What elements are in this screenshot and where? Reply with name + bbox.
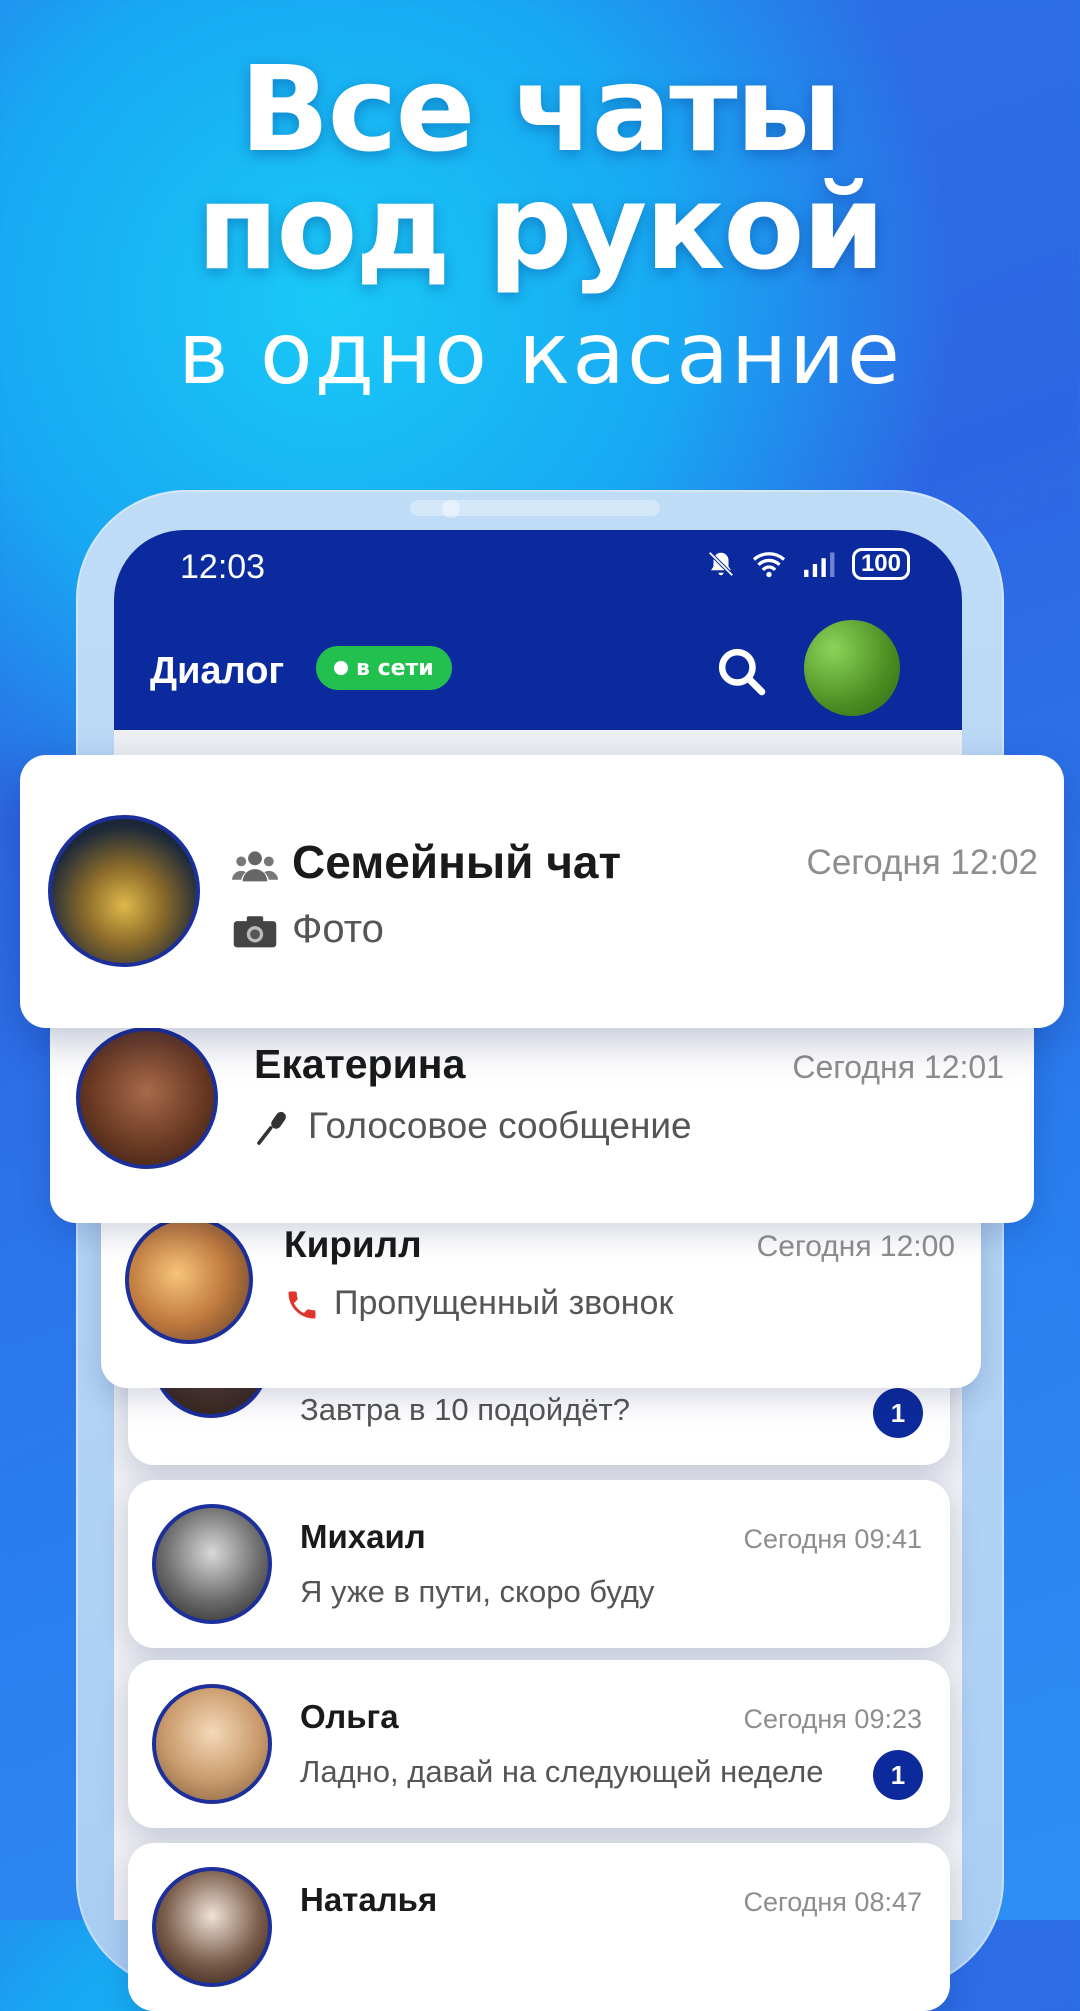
status-icons: 100 bbox=[706, 548, 910, 580]
chat-name: Михаил bbox=[300, 1518, 426, 1555]
chat-message-text: Пропущенный звонок bbox=[334, 1284, 674, 1322]
chat-time: Сегодня 12:02 bbox=[806, 843, 1038, 882]
promo-subtitle: в одно касание bbox=[178, 304, 902, 404]
search-icon[interactable] bbox=[714, 644, 770, 700]
app-bar: 12:03 100 Диалог в сети bbox=[114, 530, 962, 730]
chat-message: Голосовое сообщение bbox=[254, 1105, 692, 1148]
status-time: 12:03 bbox=[180, 548, 266, 586]
chat-message: Я уже в пути, скоро буду bbox=[300, 1574, 655, 1609]
signal-icon bbox=[804, 552, 835, 577]
promo-header: Все чаты под рукой в одно касание bbox=[0, 50, 1080, 404]
chat-time: Сегодня 09:23 bbox=[743, 1704, 922, 1734]
chat-message-text: Фото bbox=[292, 907, 384, 951]
promo-title-line-2: под рукой bbox=[196, 158, 885, 296]
chat-name: Семейный чат bbox=[232, 835, 621, 889]
chat-item-olga[interactable]: Ольга Сегодня 09:23 Ладно, давай на след… bbox=[128, 1660, 950, 1828]
chat-avatar bbox=[152, 1504, 272, 1624]
chat-item-mikhail[interactable]: Михаил Сегодня 09:41 Я уже в пути, скоро… bbox=[128, 1480, 950, 1648]
wifi-icon bbox=[752, 552, 786, 578]
battery-indicator: 100 bbox=[851, 548, 910, 580]
chat-avatar bbox=[125, 1216, 253, 1344]
app-title: Диалог bbox=[150, 650, 285, 692]
chat-time: Сегодня 09:41 bbox=[743, 1524, 922, 1554]
chat-message: Завтра в 10 подойдёт? bbox=[300, 1392, 630, 1427]
chat-time: Сегодня 08:47 bbox=[743, 1887, 922, 1917]
profile-avatar[interactable] bbox=[804, 620, 900, 716]
chat-name: Кирилл bbox=[284, 1224, 422, 1265]
chat-avatar bbox=[76, 1027, 218, 1169]
group-icon bbox=[232, 851, 278, 882]
chat-time: Сегодня 12:01 bbox=[792, 1049, 1004, 1085]
chat-name: Наталья bbox=[300, 1881, 438, 1918]
promo-title-line-1: Все чаты bbox=[239, 40, 843, 178]
online-status-badge: в сети bbox=[316, 646, 452, 690]
camera-icon bbox=[233, 916, 277, 948]
chat-message: Ладно, давай на следующей неделе bbox=[300, 1754, 824, 1789]
mute-bell-icon bbox=[708, 551, 734, 577]
chat-message-text: Голосовое сообщение bbox=[308, 1105, 692, 1146]
unread-badge: 1 bbox=[873, 1750, 923, 1800]
microphone-icon bbox=[257, 1112, 286, 1146]
chat-message: Пропущенный звонок bbox=[284, 1284, 673, 1323]
chat-name: Екатерина bbox=[254, 1041, 466, 1087]
phone-camera bbox=[442, 500, 460, 518]
online-dot-icon bbox=[334, 661, 348, 675]
chat-avatar bbox=[152, 1684, 272, 1804]
online-status-label: в сети bbox=[356, 655, 434, 681]
chat-avatar bbox=[152, 1867, 272, 1987]
chat-message: Фото bbox=[232, 907, 384, 952]
chat-item-family[interactable]: Семейный чат Сегодня 12:02 Фото bbox=[20, 755, 1064, 1028]
unread-badge: 1 bbox=[873, 1388, 923, 1438]
chat-avatar bbox=[48, 815, 200, 967]
chat-name-text: Семейный чат bbox=[292, 836, 622, 888]
phone-icon bbox=[288, 1291, 316, 1319]
chat-item-ekaterina[interactable]: Екатерина Сегодня 12:01 Голосовое сообще… bbox=[50, 1005, 1034, 1223]
chat-item-natalya[interactable]: Наталья Сегодня 08:47 bbox=[128, 1843, 950, 2011]
chat-time: Сегодня 12:00 bbox=[756, 1230, 955, 1263]
chat-name: Ольга bbox=[300, 1698, 399, 1735]
